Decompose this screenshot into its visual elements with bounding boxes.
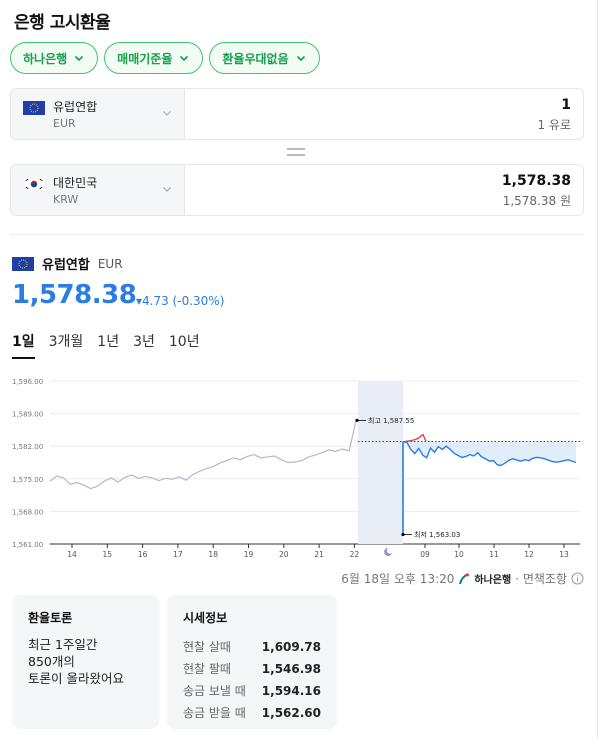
current-rate: 1,578.38: [12, 280, 137, 310]
x-tick-label: 14: [67, 550, 77, 559]
chevron-down-icon: [296, 55, 305, 62]
rate-header: 유럽연합 EUR: [12, 254, 123, 273]
to-currency-name: 대한민국: [53, 176, 98, 190]
to-currency-box: 대한민국 KRW 1,578.38 1,578.38 원: [10, 164, 584, 216]
rise-segment: [404, 433, 427, 443]
kr-flag-icon: [23, 177, 45, 191]
to-currency-code: KRW: [53, 193, 79, 206]
market-info-key: 현찰 팔때: [183, 662, 231, 676]
chevron-down-icon: [75, 55, 84, 62]
market-info-row: 송금 보낼 때 1,594.16: [183, 680, 321, 702]
x-tick-label: 15: [103, 550, 113, 559]
y-tick-label: 1,589.00: [12, 411, 43, 419]
preference-chip[interactable]: 환율우대없음: [209, 42, 320, 74]
market-info-title: 시세정보: [183, 611, 228, 625]
rate-chart[interactable]: 1,596.00 1,589.00 1,582.00 1,575.00 1,568.00…: [0, 372, 596, 562]
page-edge-line: [597, 0, 598, 738]
from-amount: 1: [561, 97, 571, 113]
x-tick-label: 21: [314, 550, 324, 559]
x-tick-label: 11: [489, 550, 499, 559]
chart-footer: 6월 18일 오후 13:20 하나은행 · 면책조항: [341, 570, 584, 587]
filter-chips: 하나은행 매매기준율 환율우대없음: [10, 42, 320, 74]
night-band: [358, 381, 403, 544]
x-tick-label: 13: [559, 550, 569, 559]
discussion-line: 최근 1주일간: [28, 637, 98, 652]
min-label: 최저 1,563.03: [414, 530, 460, 539]
market-info-key: 송금 받을 때: [183, 706, 246, 720]
bank-select-label: 하나은행: [23, 51, 68, 66]
rate-currency-code: EUR: [97, 256, 123, 271]
to-currency-select[interactable]: 대한민국 KRW: [11, 165, 185, 215]
to-amount-input[interactable]: 1,578.38 1,578.38 원: [185, 165, 583, 215]
page-title: 은행 고시환율: [14, 13, 111, 33]
y-tick-label: 1,561.00: [12, 541, 43, 549]
info-icon[interactable]: [571, 572, 584, 585]
bank-select-chip[interactable]: 하나은행: [10, 42, 99, 74]
section-divider: [10, 234, 584, 235]
to-amount: 1,578.38: [501, 173, 571, 189]
x-tick-label: 22: [350, 550, 360, 559]
y-tick-label: 1,582.00: [12, 443, 43, 451]
period-tabs: 1일 3개월 1년 3년 10년: [12, 331, 200, 359]
rate-change: ▾4.73 (-0.30%): [136, 294, 225, 308]
eu-flag-icon: [12, 256, 34, 271]
y-tick-label: 1,575.00: [12, 476, 43, 484]
market-info-row: 현찰 팔때 1,546.98: [183, 658, 321, 680]
x-tick-label: 20: [279, 550, 289, 559]
hana-logo-icon: [459, 572, 470, 584]
tab-10year[interactable]: 10년: [169, 331, 200, 359]
from-amount-input[interactable]: 1 1 유로: [185, 89, 583, 139]
market-info-key: 현찰 살때: [183, 640, 231, 654]
market-info-row: 현찰 살때 1,609.78: [183, 636, 321, 658]
rate-type-label: 매매기준율: [117, 51, 173, 66]
equals-icon: [287, 148, 305, 156]
tab-1day[interactable]: 1일: [12, 331, 35, 359]
market-info-value: 1,546.98: [261, 662, 321, 676]
chevron-down-icon: [163, 111, 171, 116]
x-tick-label: 12: [524, 550, 534, 559]
from-currency-code: EUR: [53, 117, 76, 130]
market-info-row: 송금 받을 때 1,562.60: [183, 702, 321, 724]
market-info-key: 송금 보낼 때: [183, 684, 246, 698]
market-info-value: 1,562.60: [261, 706, 321, 720]
market-info-card: 시세정보 현찰 살때 1,609.78 현찰 팔때 1,546.98 송금 보낼…: [167, 595, 337, 729]
from-currency-name: 유럽연합: [53, 100, 98, 114]
tab-3month[interactable]: 3개월: [49, 331, 84, 359]
chart-timestamp: 6월 18일 오후 13:20: [341, 572, 455, 586]
to-amount-text: 1,578.38 원: [502, 194, 571, 208]
x-tick-label: 18: [208, 550, 218, 559]
chevron-down-icon: [163, 187, 171, 192]
bank-name: 하나은행: [474, 575, 512, 586]
market-info-value: 1,594.16: [261, 684, 321, 698]
x-tick-label: 16: [138, 550, 148, 559]
from-currency-select[interactable]: 유럽연합 EUR: [11, 89, 185, 139]
x-tick-label: 19: [244, 550, 254, 559]
rate-currency-name: 유럽연합: [42, 258, 90, 273]
tab-3year[interactable]: 3년: [133, 331, 155, 359]
discussion-line: 850개의: [28, 654, 75, 669]
market-info-value: 1,609.78: [261, 640, 321, 654]
chevron-down-icon: [180, 55, 189, 62]
y-tick-label: 1,596.00: [12, 378, 43, 386]
discussion-card[interactable]: 환율토론 최근 1주일간 850개의 토론이 올라왔어요: [12, 595, 159, 729]
from-amount-text: 1 유로: [537, 118, 571, 132]
moon-icon: [384, 548, 392, 556]
x-tick-label: 09: [420, 550, 430, 559]
x-tick-label: 10: [454, 550, 464, 559]
max-label: 최고 1,587.55: [368, 416, 414, 425]
x-tick-label: 17: [173, 550, 183, 559]
from-currency-box: 유럽연합 EUR 1 1 유로: [10, 88, 584, 140]
discussion-title: 환율토론: [28, 611, 73, 625]
rate-type-chip[interactable]: 매매기준율: [104, 42, 204, 74]
eu-flag-icon: [23, 101, 45, 115]
preference-label: 환율우대없음: [222, 51, 289, 66]
disclaimer-link[interactable]: · 면책조항: [515, 570, 567, 587]
discussion-line: 토론이 올라왔어요: [28, 671, 124, 686]
y-tick-label: 1,568.00: [12, 508, 43, 516]
tab-1year[interactable]: 1년: [97, 331, 119, 359]
